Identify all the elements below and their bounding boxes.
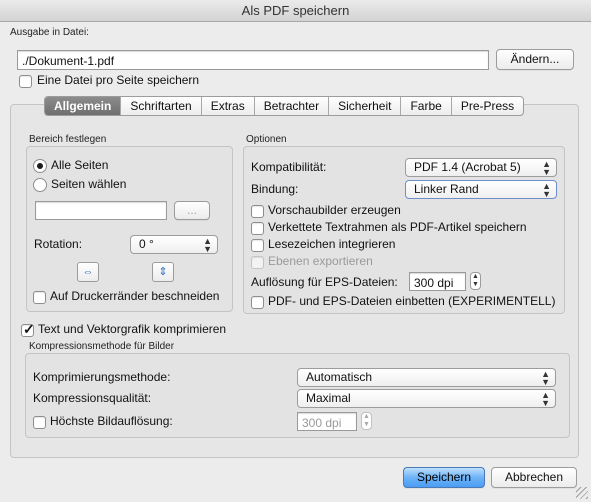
quality-value: Maximal xyxy=(306,391,351,405)
popup-arrows-icon: ▲ ▼ xyxy=(542,159,551,177)
pdf-save-dialog: Als PDF speichern Ausgabe in Datei: ./Do… xyxy=(0,0,591,502)
cancel-button[interactable]: Abbrechen xyxy=(491,467,577,488)
save-button[interactable]: Speichern xyxy=(403,467,485,488)
max-resolution-stepper[interactable]: ▲ ▼ xyxy=(361,412,372,430)
embed-pdf-eps-checkbox[interactable] xyxy=(251,296,264,309)
choose-pages-radio[interactable] xyxy=(33,178,47,192)
compatibility-popup[interactable]: PDF 1.4 (Acrobat 5) ▲ ▼ xyxy=(405,158,557,177)
bookmarks-checkbox[interactable] xyxy=(251,239,264,252)
choose-pages-button[interactable]: ... xyxy=(174,201,210,220)
rotate-horizontal-icon[interactable]: ⇔ xyxy=(77,262,99,282)
tab-allgemein[interactable]: Allgemein xyxy=(45,97,122,115)
compress-label: Text und Vektorgrafik komprimieren xyxy=(38,322,227,336)
one-file-per-page-checkbox[interactable] xyxy=(19,75,32,88)
linked-frames-checkbox[interactable] xyxy=(251,222,264,235)
fit-printer-margins-checkbox[interactable] xyxy=(33,291,46,304)
compatibility-label: Kompatibilität: xyxy=(251,160,327,174)
popup-arrows-icon: ▲ ▼ xyxy=(542,181,551,199)
rotation-popup[interactable]: 0 ° ▲ ▼ xyxy=(130,235,218,254)
fit-printer-margins-label: Auf Druckerränder beschneiden xyxy=(50,289,220,303)
all-pages-label: Alle Seiten xyxy=(51,158,109,172)
export-layers-checkbox[interactable] xyxy=(251,256,264,269)
output-section-label: Ausgabe in Datei: xyxy=(10,27,89,38)
method-value: Automatisch xyxy=(306,370,373,384)
eps-resolution-label: Auflösung für EPS-Dateien: xyxy=(251,275,398,289)
rotate-vertical-icon[interactable]: ⇕ xyxy=(152,262,174,282)
max-resolution-checkbox[interactable] xyxy=(33,416,46,429)
tab-farbe[interactable]: Farbe xyxy=(401,97,452,115)
popup-arrows-icon: ▲ ▼ xyxy=(541,390,550,408)
thumbnails-checkbox[interactable] xyxy=(251,205,264,218)
popup-arrows-icon: ▲ ▼ xyxy=(203,236,212,254)
tab-betrachter[interactable]: Betrachter xyxy=(255,97,330,115)
compression-group-label: Kompressionsmethode für Bilder xyxy=(29,341,175,352)
tab-pre-press[interactable]: Pre-Press xyxy=(452,97,523,115)
method-popup[interactable]: Automatisch ▲ ▼ xyxy=(297,368,556,387)
linked-frames-label: Verkettete Textrahmen als PDF-Artikel sp… xyxy=(268,220,527,234)
quality-label: Kompressionsqualität: xyxy=(33,391,152,405)
embed-pdf-eps-label: PDF- und EPS-Dateien einbetten (EXPERIME… xyxy=(268,294,556,308)
bookmarks-label: Lesezeichen integrieren xyxy=(268,237,396,251)
pages-input[interactable] xyxy=(35,201,167,220)
export-layers-label: Ebenen exportieren xyxy=(268,254,373,268)
eps-resolution-stepper[interactable]: ▲ ▼ xyxy=(470,272,481,290)
quality-popup[interactable]: Maximal ▲ ▼ xyxy=(297,389,556,408)
tab-extras[interactable]: Extras xyxy=(202,97,255,115)
binding-value: Linker Rand xyxy=(414,182,479,196)
tab-schriftarten[interactable]: Schriftarten xyxy=(121,97,202,115)
compress-checkbox[interactable] xyxy=(21,321,35,338)
eps-resolution-input[interactable]: 300 dpi xyxy=(409,272,466,291)
max-resolution-input[interactable]: 300 dpi xyxy=(297,412,357,431)
all-pages-radio[interactable] xyxy=(33,159,47,173)
rotation-label: Rotation: xyxy=(34,237,83,251)
popup-arrows-icon: ▲ ▼ xyxy=(541,369,550,387)
window-title: Als PDF speichern xyxy=(0,0,591,22)
one-file-per-page-label: Eine Datei pro Seite speichern xyxy=(37,73,200,87)
method-label: Komprimierungsmethode: xyxy=(33,370,171,384)
choose-pages-label: Seiten wählen xyxy=(51,177,127,191)
compatibility-value: PDF 1.4 (Acrobat 5) xyxy=(414,160,521,174)
range-group-label: Bereich festlegen xyxy=(29,134,107,145)
resize-grip-icon[interactable] xyxy=(576,487,588,499)
thumbnails-label: Vorschaubilder erzeugen xyxy=(268,203,401,217)
rotation-value: 0 ° xyxy=(139,237,154,251)
options-group-label: Optionen xyxy=(246,134,287,145)
tab-bar: Allgemein Schriftarten Extras Betrachter… xyxy=(44,96,525,116)
change-button[interactable]: Ändern... xyxy=(496,49,574,70)
binding-popup[interactable]: Linker Rand ▲ ▼ xyxy=(405,180,557,199)
binding-label: Bindung: xyxy=(251,182,299,196)
max-resolution-label: Höchste Bildauflösung: xyxy=(50,414,173,428)
file-path-field[interactable]: ./Dokument-1.pdf xyxy=(17,50,489,70)
tab-sicherheit[interactable]: Sicherheit xyxy=(329,97,402,115)
